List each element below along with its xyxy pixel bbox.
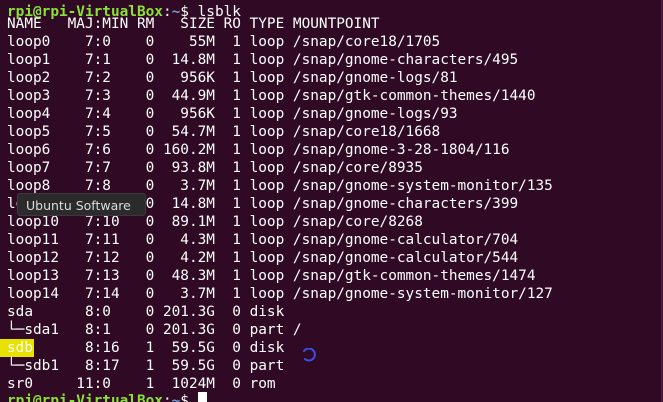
output-row: loop12 7:12 0 4.2M 1 loop /snap/gnome-ca… bbox=[7, 250, 519, 266]
output-row: loop6 7:6 0 160.2M 1 loop /snap/gnome-3-… bbox=[7, 142, 510, 158]
output-header: NAME MAJ:MIN RM SIZE RO TYPE MOUNTPOINT bbox=[7, 16, 380, 32]
output-row: loop3 7:3 0 44.9M 1 loop /snap/gtk-commo… bbox=[7, 88, 536, 104]
terminal-window[interactable]: rpi@rpi-VirtualBox:~$ lsblk NAME MAJ:MIN… bbox=[0, 0, 663, 402]
output-row: loop0 7:0 0 55M 1 loop /snap/core18/1705 bbox=[7, 34, 441, 50]
output-row: loop11 7:11 0 4.3M 1 loop /snap/gnome-ca… bbox=[7, 232, 519, 248]
output-row: loop14 7:14 0 3.7M 1 loop /snap/gnome-sy… bbox=[7, 286, 553, 302]
text-cursor bbox=[197, 392, 207, 402]
output-row: sda 8:0 0 201.3G 0 disk bbox=[7, 304, 285, 320]
output-row: loop2 7:2 0 956K 1 loop /snap/gnome-logs… bbox=[7, 70, 458, 86]
busy-spinner-icon bbox=[303, 348, 316, 362]
dock-tooltip: Ubuntu Software bbox=[17, 193, 146, 216]
final-prompt-symbol: $ bbox=[180, 393, 198, 402]
output-row: loop5 7:5 0 54.7M 1 loop /snap/core18/16… bbox=[7, 124, 441, 140]
output-row: loop4 7:4 0 956K 1 loop /snap/gnome-logs… bbox=[7, 106, 458, 122]
output-row: └─sdb1 8:17 1 59.5G 0 part bbox=[7, 358, 285, 374]
output-row: └─sda1 8:1 0 201.3G 0 part / bbox=[7, 322, 302, 338]
output-row: loop7 7:7 0 93.8M 1 loop /snap/core/8935 bbox=[7, 160, 423, 176]
output-row: loop13 7:13 0 48.3M 1 loop /snap/gtk-com… bbox=[7, 268, 536, 284]
final-prompt-path: ~ bbox=[171, 393, 181, 402]
output-row: loop1 7:1 0 14.8M 1 loop /snap/gnome-cha… bbox=[7, 52, 519, 68]
output-row-highlighted: sdb 8:16 1 59.5G 0 disk bbox=[7, 340, 285, 356]
output-row: sr0 11:0 1 1024M 0 rom bbox=[7, 376, 276, 392]
final-prompt-user-host: rpi@rpi-VirtualBox bbox=[7, 393, 163, 402]
final-prompt-line: rpi@rpi-VirtualBox:~$ bbox=[7, 392, 207, 402]
final-prompt-separator: : bbox=[162, 393, 172, 402]
